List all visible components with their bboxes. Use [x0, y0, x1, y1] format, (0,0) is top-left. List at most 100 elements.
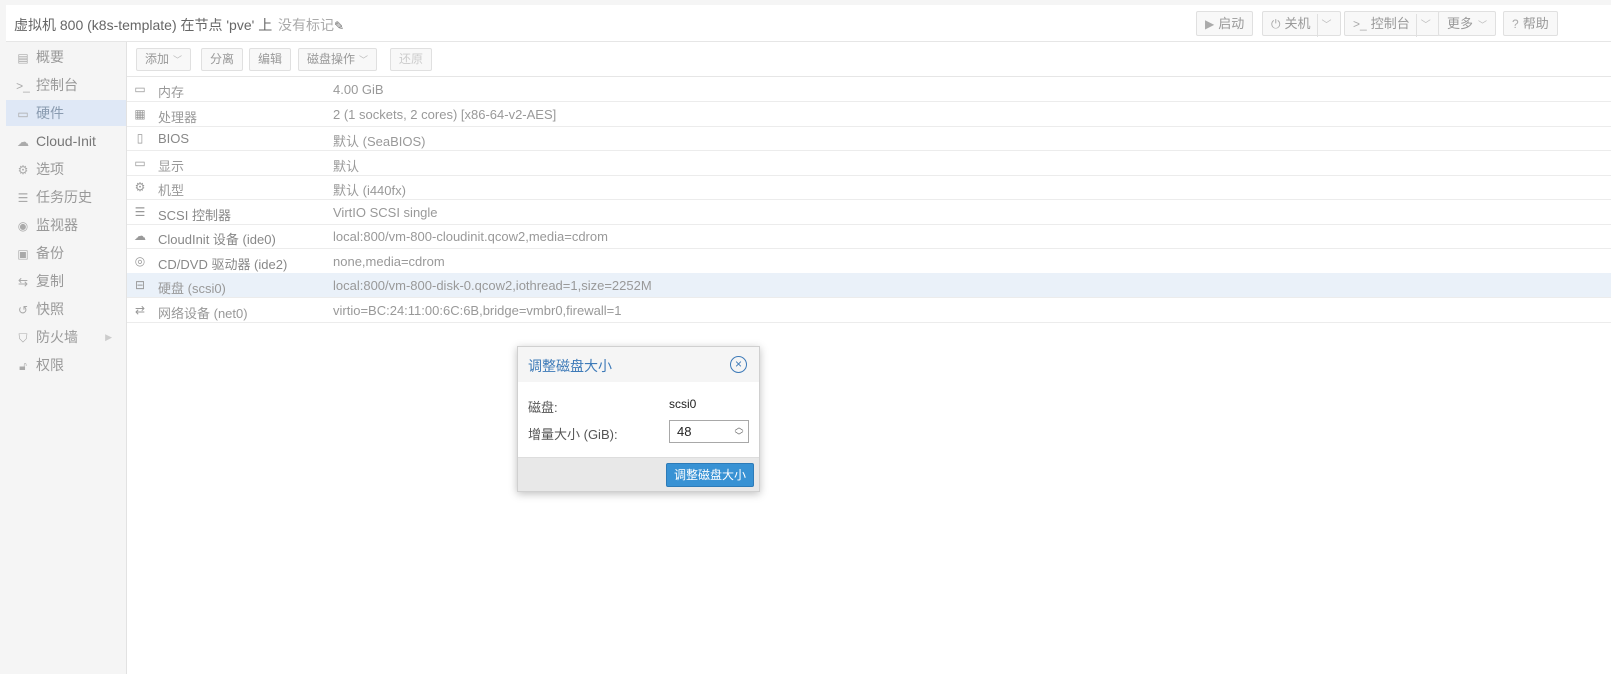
tags-editor[interactable]: 没有标记✎ — [278, 15, 344, 35]
help-label: 帮助 — [1522, 16, 1549, 31]
page-title: 虚拟机 800 (k8s-template) 在节点 'pve' 上 — [14, 17, 273, 33]
retweet-icon: ⇆ — [17, 275, 29, 289]
sidebar-item-monitor[interactable]: ◉ 监视器 — [6, 212, 126, 238]
monitor-icon: ▭ — [134, 156, 146, 170]
hdd-icon: ⊟ — [134, 278, 146, 292]
add-button[interactable]: 添加 ﹀ — [136, 48, 192, 71]
close-icon[interactable]: × — [730, 356, 747, 373]
chevron-right-icon[interactable]: ▶ — [105, 324, 112, 350]
revert-label: 还原 — [399, 52, 424, 66]
hardware-toolbar: 添加 ﹀ 分离 编辑 磁盘操作 ﹀ 还原 — [127, 42, 1611, 77]
sidebar-item-options[interactable]: ⚙ 选项 — [6, 156, 126, 182]
resize-disk-button[interactable]: 调整磁盘大小 — [666, 463, 754, 487]
start-button[interactable]: ▶ 启动 — [1196, 11, 1254, 36]
row-key: CloudInit 设备 (ide0) — [158, 232, 276, 247]
book-icon: ▤ — [17, 51, 29, 65]
sidebar-item-label: 监视器 — [36, 217, 78, 233]
cloud-icon: ☁ — [17, 135, 29, 149]
shutdown-button[interactable]: ⏻ 关机 ﹀ — [1262, 11, 1341, 37]
floppy-icon: ▣ — [17, 247, 29, 261]
table-row[interactable]: ☰ SCSI 控制器 VirtIO SCSI single — [127, 200, 1611, 225]
row-key: 显示 — [158, 159, 185, 174]
sidebar-item-summary[interactable]: ▤ 概要 — [6, 44, 126, 70]
disk-label: 磁盘: — [528, 400, 558, 415]
sidebar-item-replication[interactable]: ⇆ 复制 — [6, 268, 126, 294]
sidebar-item-label: 选项 — [36, 161, 64, 177]
row-value: 默认 (SeaBIOS) — [333, 134, 426, 149]
question-icon: ? — [1512, 17, 1519, 31]
edit-button[interactable]: 编辑 — [249, 48, 292, 71]
disk-action-button[interactable]: 磁盘操作 ﹀ — [298, 48, 378, 71]
dialog-footer: 调整磁盘大小 — [518, 457, 759, 491]
row-value: 4.00 GiB — [333, 82, 384, 97]
detach-button[interactable]: 分离 — [201, 48, 244, 71]
cloud-icon: ☁ — [134, 229, 146, 243]
list-icon: ☰ — [17, 191, 29, 205]
sidebar-item-firewall[interactable]: ⛉ 防火墙 ▶ — [6, 324, 126, 350]
chevron-down-icon[interactable]: ﹀ — [732, 431, 746, 441]
table-row[interactable]: ▯ BIOS 默认 (SeaBIOS) — [127, 126, 1611, 151]
page: 虚拟机 800 (k8s-template) 在节点 'pve' 上 没有标记✎… — [6, 5, 1611, 674]
row-key: SCSI 控制器 — [158, 208, 231, 223]
detach-label: 分离 — [210, 52, 235, 66]
sidebar-item-cloud-init[interactable]: ☁ Cloud-Init — [6, 128, 126, 154]
table-row[interactable]: ▦ 处理器 2 (1 sockets, 2 cores) [x86-64-v2-AE… — [127, 102, 1611, 127]
row-key: 机型 — [158, 183, 185, 198]
more-button[interactable]: 更多 ﹀ — [1438, 11, 1497, 36]
table-row[interactable]: ◎ CD/DVD 驱动器 (ide2) none,media=cdrom — [127, 249, 1611, 274]
size-increment-stepper[interactable]: ︿ ﹀ — [669, 420, 749, 443]
table-row[interactable]: ☁ CloudInit 设备 (ide0) local:800/vm-800-clo… — [127, 224, 1611, 249]
table-row-selected[interactable]: ⊟ 硬盘 (scsi0) local:800/vm-800-disk-0.qcow2… — [127, 273, 1611, 298]
add-label: 添加 — [145, 52, 170, 66]
row-key: 处理器 — [158, 110, 198, 125]
row-value: 默认 — [333, 159, 360, 174]
sidebar-item-console[interactable]: >_ 控制台 — [6, 72, 126, 98]
memory-icon: ▭ — [134, 82, 146, 96]
sidebar-item-hardware[interactable]: ▭ 硬件 — [6, 100, 126, 126]
size-increment-input[interactable] — [670, 421, 728, 442]
more-label: 更多 — [1447, 16, 1474, 31]
row-key: BIOS — [158, 131, 190, 146]
sidebar-item-snapshots[interactable]: ↺ 快照 — [6, 296, 126, 322]
table-row[interactable]: ▭ 显示 默认 — [127, 151, 1611, 176]
sidebar-item-label: 控制台 — [36, 77, 78, 93]
play-icon: ▶ — [1205, 17, 1215, 31]
sidebar-item-label: Cloud-Init — [36, 133, 96, 149]
sidebar-item-task-history[interactable]: ☰ 任务历史 — [6, 184, 126, 210]
sidebar-item-label: 硬件 — [36, 105, 64, 121]
chevron-down-icon: ﹀ — [173, 55, 183, 65]
console-label: 控制台 — [1370, 16, 1410, 31]
chevron-down-icon: ﹀ — [359, 55, 369, 65]
chevron-down-icon[interactable]: ﹀ — [1415, 14, 1431, 37]
dialog-title: 调整磁盘大小 — [528, 358, 612, 374]
sidebar-item-backup[interactable]: ▣ 备份 — [6, 240, 126, 266]
disk-action-label: 磁盘操作 — [307, 52, 356, 66]
pencil-icon[interactable]: ✎ — [334, 19, 344, 33]
sidebar-item-permissions[interactable]: 🔓︎ 权限 — [6, 352, 126, 378]
row-key: 网络设备 (net0) — [158, 306, 248, 321]
dialog-header: 调整磁盘大小 × — [518, 347, 759, 382]
table-row[interactable]: ▭ 内存 4.00 GiB — [127, 77, 1611, 102]
revert-button[interactable]: 还原 — [390, 48, 433, 71]
terminal-icon: >_ — [16, 79, 30, 93]
cogs-icon: ⚙ — [134, 180, 146, 194]
history-icon: ↺ — [17, 303, 29, 317]
sidebar-item-label: 任务历史 — [36, 189, 92, 205]
row-key: 硬盘 (scsi0) — [158, 281, 226, 296]
sidebar-item-label: 备份 — [36, 245, 64, 261]
help-button[interactable]: ? 帮助 — [1503, 11, 1558, 36]
cpu-icon: ▦ — [134, 107, 146, 121]
eye-icon: ◉ — [17, 219, 29, 233]
shutdown-label: 关机 — [1284, 16, 1311, 31]
console-button[interactable]: >_ 控制台 ﹀ — [1344, 11, 1440, 37]
exchange-icon: ⇄ — [134, 303, 146, 317]
power-icon: ⏻ — [1271, 17, 1281, 31]
table-row[interactable]: ⇄ 网络设备 (net0) virtio=BC:24:11:00:6C:6B,bri… — [127, 298, 1611, 323]
chevron-down-icon[interactable]: ﹀ — [1316, 14, 1332, 37]
cdrom-icon: ◎ — [134, 254, 146, 268]
header: 虚拟机 800 (k8s-template) 在节点 'pve' 上 没有标记✎… — [6, 5, 1611, 42]
table-row[interactable]: ⚙ 机型 默认 (i440fx) — [127, 175, 1611, 200]
shield-icon: ⛉ — [18, 331, 28, 345]
row-value: virtio=BC:24:11:00:6C:6B,bridge=vmbr0,fi… — [333, 303, 622, 318]
row-key: 内存 — [158, 85, 185, 100]
